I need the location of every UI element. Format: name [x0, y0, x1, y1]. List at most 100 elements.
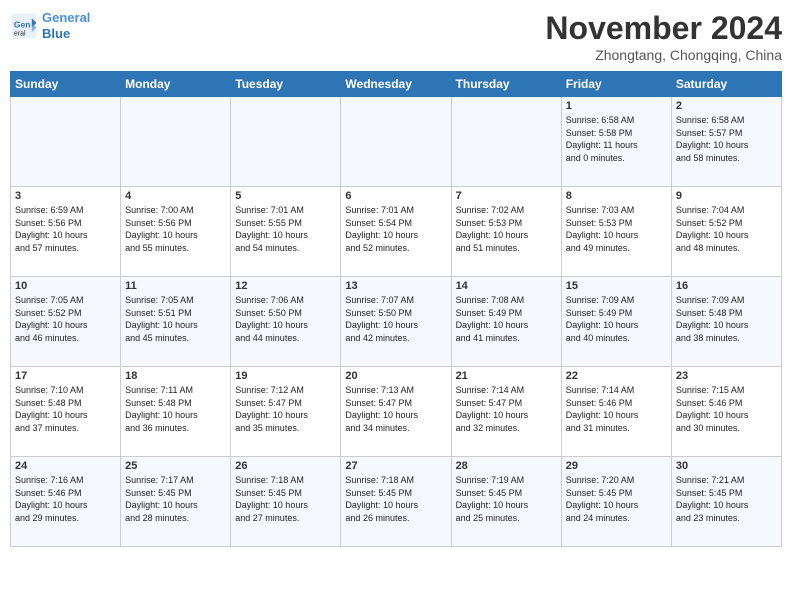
day-info: Sunrise: 7:10 AM Sunset: 5:48 PM Dayligh… [15, 384, 116, 434]
calendar-cell: 11Sunrise: 7:05 AM Sunset: 5:51 PM Dayli… [121, 277, 231, 367]
day-number: 18 [125, 370, 226, 382]
calendar-table: SundayMondayTuesdayWednesdayThursdayFrid… [10, 71, 782, 547]
weekday-header: Monday [121, 72, 231, 97]
calendar-week: 1 Sunrise: 6:58 AM Sunset: 5:58 PM Daylig… [11, 97, 782, 187]
day-number: 10 [15, 280, 116, 292]
day-number: 4 [125, 190, 226, 202]
day-number: 12 [235, 280, 336, 292]
day-number: 3 [15, 190, 116, 202]
calendar-cell [341, 97, 451, 187]
day-info: Sunrise: 7:18 AM Sunset: 5:45 PM Dayligh… [235, 474, 336, 524]
day-number: 13 [345, 280, 446, 292]
logo: Gen eral General Blue [10, 10, 90, 41]
calendar-cell: 10 Sunrise: 7:05 AM Sunset: 5:52 PM Dayli… [11, 277, 121, 367]
calendar-cell: 4 Sunrise: 7:00 AM Sunset: 5:56 PM Daylig… [121, 187, 231, 277]
weekday-header: Thursday [451, 72, 561, 97]
day-info: Sunrise: 7:09 AM Sunset: 5:48 PM Dayligh… [676, 294, 777, 344]
day-info: Sunrise: 6:58 AM Sunset: 5:58 PM Dayligh… [566, 114, 667, 164]
day-info: Sunrise: 7:16 AM Sunset: 5:46 PM Dayligh… [15, 474, 116, 524]
calendar-cell: 30 Sunrise: 7:21 AM Sunset: 5:45 PM Dayli… [671, 457, 781, 547]
day-info: Sunrise: 7:13 AM Sunset: 5:47 PM Dayligh… [345, 384, 446, 434]
calendar-cell: 7 Sunrise: 7:02 AM Sunset: 5:53 PM Daylig… [451, 187, 561, 277]
day-info: Sunrise: 7:07 AM Sunset: 5:50 PM Dayligh… [345, 294, 446, 344]
calendar-week: 3 Sunrise: 6:59 AM Sunset: 5:56 PM Daylig… [11, 187, 782, 277]
calendar-cell: 3 Sunrise: 6:59 AM Sunset: 5:56 PM Daylig… [11, 187, 121, 277]
title-block: November 2024 Zhongtang, Chongqing, Chin… [545, 10, 782, 63]
day-number: 30 [676, 460, 777, 472]
day-info: Sunrise: 7:14 AM Sunset: 5:46 PM Dayligh… [566, 384, 667, 434]
calendar-cell: 14 Sunrise: 7:08 AM Sunset: 5:49 PM Dayli… [451, 277, 561, 367]
calendar-cell: 16 Sunrise: 7:09 AM Sunset: 5:48 PM Dayli… [671, 277, 781, 367]
calendar-cell: 13 Sunrise: 7:07 AM Sunset: 5:50 PM Dayli… [341, 277, 451, 367]
calendar-cell [121, 97, 231, 187]
calendar-cell: 25Sunrise: 7:17 AM Sunset: 5:45 PM Dayli… [121, 457, 231, 547]
calendar-cell: 23Sunrise: 7:15 AM Sunset: 5:46 PM Dayli… [671, 367, 781, 457]
day-info: Sunrise: 7:00 AM Sunset: 5:56 PM Dayligh… [125, 204, 226, 254]
day-number: 7 [456, 190, 557, 202]
day-info: Sunrise: 7:04 AM Sunset: 5:52 PM Dayligh… [676, 204, 777, 254]
calendar-cell: 29 Sunrise: 7:20 AM Sunset: 5:45 PM Dayli… [561, 457, 671, 547]
day-number: 1 [566, 100, 667, 112]
day-number: 17 [15, 370, 116, 382]
weekday-header: Friday [561, 72, 671, 97]
day-info: Sunrise: 7:19 AM Sunset: 5:45 PM Dayligh… [456, 474, 557, 524]
calendar-cell: 2 Sunrise: 6:58 AM Sunset: 5:57 PM Daylig… [671, 97, 781, 187]
day-number: 14 [456, 280, 557, 292]
logo-icon: Gen eral [10, 12, 38, 40]
calendar-cell: 21Sunrise: 7:14 AM Sunset: 5:47 PM Dayli… [451, 367, 561, 457]
calendar-cell: 12 Sunrise: 7:06 AM Sunset: 5:50 PM Dayli… [231, 277, 341, 367]
svg-text:eral: eral [14, 30, 26, 37]
day-number: 27 [345, 460, 446, 472]
day-number: 8 [566, 190, 667, 202]
day-number: 26 [235, 460, 336, 472]
day-number: 16 [676, 280, 777, 292]
day-number: 20 [345, 370, 446, 382]
day-number: 29 [566, 460, 667, 472]
calendar-week: 10 Sunrise: 7:05 AM Sunset: 5:52 PM Dayli… [11, 277, 782, 367]
day-info: Sunrise: 7:05 AM Sunset: 5:52 PM Dayligh… [15, 294, 116, 344]
day-info: Sunrise: 7:21 AM Sunset: 5:45 PM Dayligh… [676, 474, 777, 524]
calendar-cell [231, 97, 341, 187]
calendar-cell: 19Sunrise: 7:12 AM Sunset: 5:47 PM Dayli… [231, 367, 341, 457]
day-info: Sunrise: 7:02 AM Sunset: 5:53 PM Dayligh… [456, 204, 557, 254]
day-info: Sunrise: 7:06 AM Sunset: 5:50 PM Dayligh… [235, 294, 336, 344]
day-number: 19 [235, 370, 336, 382]
weekday-header: Tuesday [231, 72, 341, 97]
day-info: Sunrise: 6:58 AM Sunset: 5:57 PM Dayligh… [676, 114, 777, 164]
day-number: 23 [676, 370, 777, 382]
calendar-cell: 28Sunrise: 7:19 AM Sunset: 5:45 PM Dayli… [451, 457, 561, 547]
day-info: Sunrise: 7:20 AM Sunset: 5:45 PM Dayligh… [566, 474, 667, 524]
day-info: Sunrise: 7:18 AM Sunset: 5:45 PM Dayligh… [345, 474, 446, 524]
calendar-header: SundayMondayTuesdayWednesdayThursdayFrid… [11, 72, 782, 97]
day-info: Sunrise: 6:59 AM Sunset: 5:56 PM Dayligh… [15, 204, 116, 254]
calendar-cell: 17 Sunrise: 7:10 AM Sunset: 5:48 PM Dayli… [11, 367, 121, 457]
calendar-cell: 8Sunrise: 7:03 AM Sunset: 5:53 PM Daylig… [561, 187, 671, 277]
day-info: Sunrise: 7:05 AM Sunset: 5:51 PM Dayligh… [125, 294, 226, 344]
calendar-cell: 18Sunrise: 7:11 AM Sunset: 5:48 PM Dayli… [121, 367, 231, 457]
calendar-cell: 1 Sunrise: 6:58 AM Sunset: 5:58 PM Daylig… [561, 97, 671, 187]
day-number: 15 [566, 280, 667, 292]
logo-text: General Blue [42, 10, 90, 41]
day-info: Sunrise: 7:09 AM Sunset: 5:49 PM Dayligh… [566, 294, 667, 344]
day-number: 2 [676, 100, 777, 112]
calendar-week: 17 Sunrise: 7:10 AM Sunset: 5:48 PM Dayli… [11, 367, 782, 457]
calendar-week: 24 Sunrise: 7:16 AM Sunset: 5:46 PM Dayli… [11, 457, 782, 547]
calendar-cell: 5Sunrise: 7:01 AM Sunset: 5:55 PM Daylig… [231, 187, 341, 277]
day-info: Sunrise: 7:01 AM Sunset: 5:55 PM Dayligh… [235, 204, 336, 254]
day-number: 21 [456, 370, 557, 382]
calendar-title: November 2024 [545, 10, 782, 47]
day-info: Sunrise: 7:08 AM Sunset: 5:49 PM Dayligh… [456, 294, 557, 344]
day-number: 25 [125, 460, 226, 472]
calendar-cell: 27 Sunrise: 7:18 AM Sunset: 5:45 PM Dayli… [341, 457, 451, 547]
calendar-cell: 24 Sunrise: 7:16 AM Sunset: 5:46 PM Dayli… [11, 457, 121, 547]
calendar-cell [11, 97, 121, 187]
day-number: 24 [15, 460, 116, 472]
calendar-cell: 9Sunrise: 7:04 AM Sunset: 5:52 PM Daylig… [671, 187, 781, 277]
day-number: 22 [566, 370, 667, 382]
calendar-cell: 20 Sunrise: 7:13 AM Sunset: 5:47 PM Dayli… [341, 367, 451, 457]
weekday-header: Saturday [671, 72, 781, 97]
calendar-cell [451, 97, 561, 187]
calendar-cell: 6Sunrise: 7:01 AM Sunset: 5:54 PM Daylig… [341, 187, 451, 277]
day-number: 6 [345, 190, 446, 202]
page-header: Gen eral General Blue November 2024 Zhon… [10, 10, 782, 63]
